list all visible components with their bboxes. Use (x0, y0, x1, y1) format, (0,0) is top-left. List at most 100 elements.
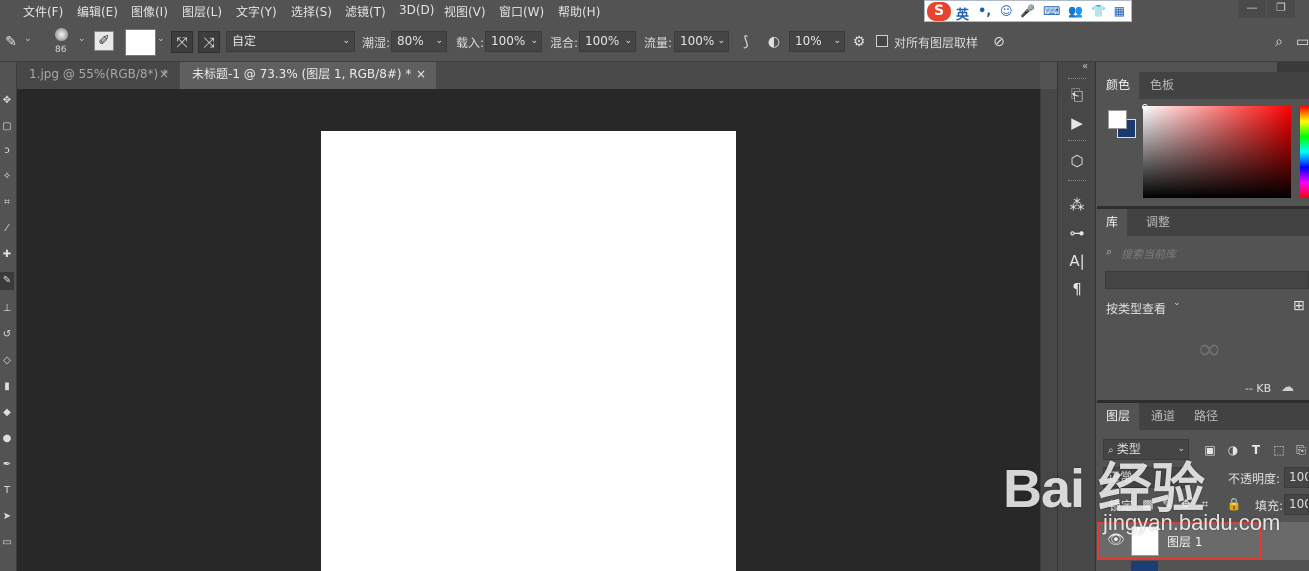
brush-tool-icon[interactable]: ✎ (0, 272, 14, 290)
marquee-tool-icon[interactable]: ▢ (0, 118, 14, 136)
crop-tool-icon[interactable]: ⌗ (0, 194, 14, 212)
eraser-tool-icon[interactable]: ◇ (0, 352, 14, 370)
flow-input[interactable]: 100% ⌄ (674, 31, 729, 52)
filter-adjustment-icon[interactable]: ◑ (1225, 442, 1241, 458)
filter-pixel-icon[interactable]: ▣ (1202, 442, 1218, 458)
wetness-input[interactable]: 80% ⌄ (391, 31, 447, 52)
ime-punct-icon[interactable]: •, (978, 4, 991, 19)
tool-presets-panel-icon[interactable]: ⊶ (1064, 222, 1090, 244)
fill-input[interactable]: 100% (1284, 494, 1309, 515)
tab-paths[interactable]: 路径 (1185, 403, 1227, 430)
move-tool-icon[interactable]: ✥ (0, 92, 14, 110)
brush-preview-icon[interactable] (55, 28, 68, 41)
lock-artboard-icon[interactable]: ⌗ (1197, 496, 1213, 512)
tab-untitled-1[interactable]: 未标题-1 @ 73.3% (图层 1, RGB/8#) * × (180, 62, 436, 89)
smoothing-icon[interactable]: ◐ (763, 31, 785, 53)
smoothing-input[interactable]: 10% ⌄ (789, 31, 845, 52)
chevron-down-icon[interactable]: ⌄ (1173, 298, 1181, 308)
document-canvas[interactable] (321, 131, 736, 571)
restore-button[interactable]: ❐ (1267, 0, 1295, 18)
dock-grip[interactable] (1068, 180, 1086, 183)
stamp-tool-icon[interactable]: ⊥ (0, 300, 14, 318)
path-select-tool-icon[interactable]: ➤ (0, 508, 14, 526)
menu-filter[interactable]: 滤镜(T) (345, 3, 386, 20)
tool-preset-chevron-icon[interactable]: ⌄ (24, 34, 32, 44)
tab-libraries[interactable]: 库 (1097, 209, 1128, 236)
eyedropper-tool-icon[interactable]: ⁄ (0, 220, 14, 238)
color-picker-cursor[interactable] (1142, 104, 1148, 110)
cloud-sync-icon[interactable]: ☁ (1281, 380, 1294, 395)
type-tool-icon[interactable]: T (0, 482, 14, 500)
mixer-brush-tool-icon[interactable]: ✎ (0, 31, 22, 53)
tab-layers[interactable]: 图层 (1097, 403, 1140, 430)
airbrush-icon[interactable]: ⟆ (735, 31, 757, 53)
close-icon[interactable]: × (416, 62, 426, 87)
menu-view[interactable]: 视图(V) (444, 3, 486, 20)
paragraph-panel-icon[interactable]: ¶ (1064, 278, 1090, 300)
pen-tool-icon[interactable]: ✒ (0, 456, 14, 474)
tab-color[interactable]: 颜色 (1097, 72, 1140, 99)
menu-edit[interactable]: 编辑(E) (77, 3, 118, 20)
menu-layer[interactable]: 图层(L) (182, 3, 222, 20)
dodge-tool-icon[interactable]: ● (0, 430, 14, 448)
dock-grip[interactable] (1068, 140, 1086, 143)
canvas-area[interactable] (17, 89, 1040, 571)
blend-mode-select[interactable]: 正常 (1103, 467, 1189, 488)
menu-help[interactable]: 帮助(H) (558, 3, 600, 20)
gear-icon[interactable]: ⚙ (848, 31, 870, 53)
history-brush-tool-icon[interactable]: ↺ (0, 326, 14, 344)
menu-file[interactable]: 文件(F) (23, 3, 63, 20)
menu-select[interactable]: 选择(S) (291, 3, 332, 20)
shape-tool-icon[interactable]: ▭ (0, 534, 14, 552)
menu-type[interactable]: 文字(Y) (236, 3, 277, 20)
foreground-color-swatch[interactable] (1108, 110, 1127, 129)
filter-smart-object-icon[interactable]: ⎘ (1293, 442, 1309, 458)
tab-swatches[interactable]: 色板 (1141, 72, 1183, 99)
vertical-scrollbar[interactable] (1040, 89, 1057, 571)
actions-panel-icon[interactable]: ▶ (1064, 112, 1090, 134)
brush-picker-chevron-icon[interactable]: ⌄ (78, 34, 86, 44)
ime-mode-label[interactable]: 英 (956, 4, 969, 23)
search-icon[interactable]: ⌕ (1268, 31, 1290, 53)
library-select[interactable] (1105, 271, 1309, 289)
history-panel-icon[interactable]: ⎗ (1064, 84, 1090, 106)
current-brush-load-swatch[interactable] (125, 29, 156, 56)
lasso-tool-icon[interactable]: ↄ (0, 142, 14, 160)
blend-preset-select[interactable]: 自定 ⌄ (226, 31, 355, 52)
minimize-button[interactable]: — (1238, 0, 1266, 18)
filter-type-icon[interactable]: T (1248, 442, 1264, 458)
lock-all-icon[interactable]: 🔒 (1226, 496, 1242, 512)
lock-pixels-icon[interactable]: ✎ (1159, 496, 1175, 512)
mix-input[interactable]: 100% ⌄ (579, 31, 636, 52)
lock-position-icon[interactable]: ✥ (1178, 496, 1194, 512)
brush-settings-icon[interactable]: ✐ (94, 31, 114, 51)
opacity-input[interactable]: 100% (1284, 467, 1309, 488)
sample-all-layers-checkbox[interactable] (876, 35, 888, 47)
filter-shape-icon[interactable]: ⬚ (1271, 442, 1287, 458)
ime-toolbar[interactable]: S 英 •, ☺ 🎤 ⌨ 👥 👕 ▦ (924, 0, 1132, 23)
menu-3d[interactable]: 3D(D) (399, 3, 434, 17)
gradient-tool-icon[interactable]: ▮ (0, 378, 14, 396)
tab-1-jpg[interactable]: 1.jpg @ 55%(RGB/8*) * × (17, 62, 179, 89)
pressure-icon[interactable]: ⊘ (988, 31, 1010, 53)
layer-filter-select[interactable]: ⌕ 类型 ⌄ (1103, 439, 1189, 460)
menu-image[interactable]: 图像(I) (131, 3, 168, 20)
view-by-type-label[interactable]: 按类型查看 (1106, 300, 1166, 317)
tab-adjustments[interactable]: 调整 (1137, 209, 1179, 236)
load-brush-icon[interactable]: ⤧ (171, 31, 193, 53)
workspace-icon[interactable]: ▭ (1296, 31, 1309, 53)
ime-tools-icon[interactable]: ☺ 🎤 ⌨ 👥 👕 ▦ (1000, 4, 1127, 18)
library-search-input[interactable]: 搜索当前库 (1121, 246, 1176, 262)
blur-tool-icon[interactable]: ◆ (0, 404, 14, 422)
clean-brush-icon[interactable]: ⤨ (198, 31, 220, 53)
lock-transparency-icon[interactable]: ▩ (1140, 496, 1156, 512)
3d-panel-icon[interactable]: ⬡ (1064, 150, 1090, 172)
panel-header-bar[interactable] (1277, 62, 1309, 72)
quick-select-tool-icon[interactable]: ✧ (0, 168, 14, 186)
close-icon[interactable]: × (159, 62, 169, 87)
load-input[interactable]: 100% ⌄ (485, 31, 542, 52)
dock-grip[interactable] (1068, 78, 1086, 81)
color-field[interactable] (1143, 106, 1291, 198)
healing-tool-icon[interactable]: ✚ (0, 246, 14, 264)
tab-channels[interactable]: 通道 (1142, 403, 1184, 430)
